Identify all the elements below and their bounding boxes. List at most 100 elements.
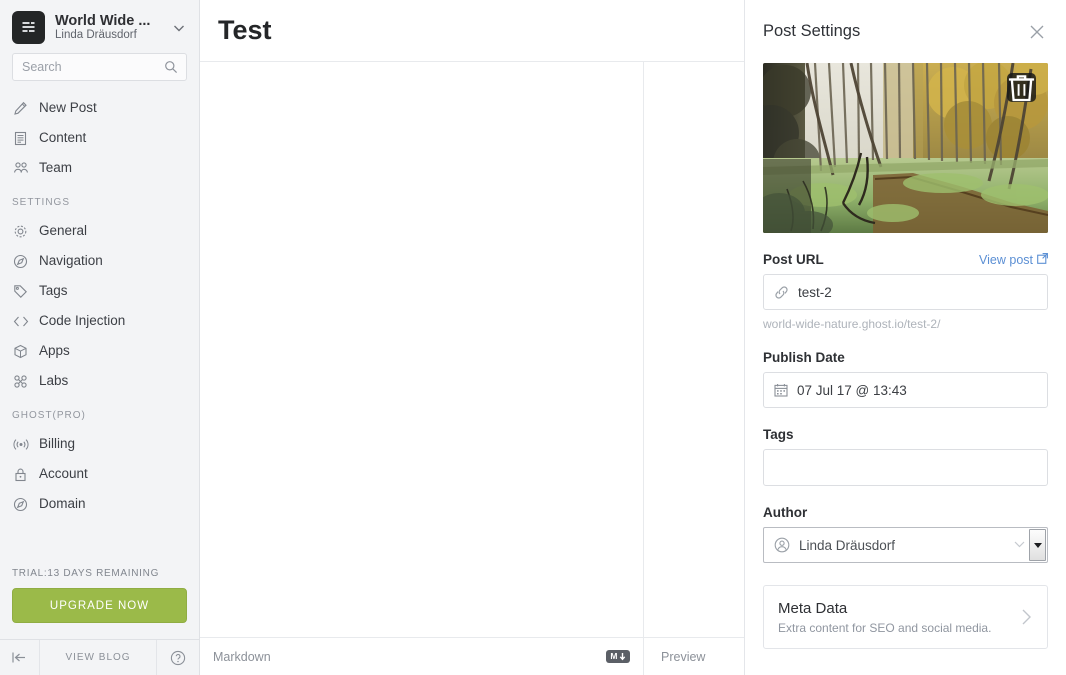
sidebar-item-label: Content xyxy=(39,130,87,146)
meta-data-card[interactable]: Meta Data Extra content for SEO and soci… xyxy=(763,585,1048,649)
code-icon xyxy=(12,313,29,330)
featured-image[interactable] xyxy=(763,63,1048,233)
sidebar-item-account[interactable]: Account xyxy=(0,459,199,489)
preview-label: Preview xyxy=(661,649,706,664)
chevron-down-icon xyxy=(1014,536,1025,554)
tags-head: Tags xyxy=(763,427,1048,442)
gear-icon xyxy=(12,223,29,240)
post-settings-panel: Post Settings Post URL View post test-2 … xyxy=(745,0,1066,675)
post-url-group: Post URL View post test-2 world-wide-nat… xyxy=(763,252,1048,331)
sidebar-item-label: New Post xyxy=(39,100,97,116)
lock-icon xyxy=(12,466,29,483)
panel-title: Post Settings xyxy=(763,22,861,40)
markdown-label: Markdown xyxy=(213,649,271,664)
search-icon xyxy=(164,60,178,79)
person-circle-icon xyxy=(774,537,790,553)
blog-switcher[interactable]: World Wide ... Linda Dräusdorf xyxy=(0,0,199,53)
trash-icon[interactable] xyxy=(1007,73,1036,102)
post-title-input[interactable]: Test xyxy=(218,15,272,46)
meta-data-title: Meta Data xyxy=(778,600,848,617)
chevron-right-icon xyxy=(1020,607,1033,627)
sidebar-item-label: Labs xyxy=(39,373,69,389)
compass-icon xyxy=(12,253,29,270)
box-icon xyxy=(12,343,29,360)
upgrade-now-button[interactable]: UPGRADE NOW xyxy=(12,588,187,623)
post-url-head: Post URL View post xyxy=(763,252,1048,267)
sidebar-item-code-injection[interactable]: Code Injection xyxy=(0,306,199,336)
view-post-link[interactable]: View post xyxy=(979,253,1048,267)
link-icon xyxy=(774,285,789,300)
sidebar-item-labs[interactable]: Labs xyxy=(0,366,199,396)
markdown-badge-letter: M xyxy=(610,651,618,662)
chevron-down-icon[interactable] xyxy=(169,21,189,35)
view-post-label: View post xyxy=(979,253,1033,267)
view-blog-button[interactable]: VIEW BLOG xyxy=(40,640,157,675)
sidebar-item-tags[interactable]: Tags xyxy=(0,276,199,306)
sidebar-item-label: Account xyxy=(39,466,88,482)
sidebar-item-domain[interactable]: Domain xyxy=(0,489,199,519)
labs-icon xyxy=(12,373,29,390)
close-icon[interactable] xyxy=(1026,21,1048,43)
search-box[interactable] xyxy=(12,53,187,81)
post-title-row: Test xyxy=(200,0,744,62)
sidebar-item-new-post[interactable]: New Post xyxy=(0,93,199,123)
tags-input[interactable] xyxy=(763,449,1048,486)
external-link-icon xyxy=(1037,253,1048,267)
pencil-icon xyxy=(12,100,29,117)
publish-date-group: Publish Date xyxy=(763,350,1048,408)
help-circle-icon[interactable] xyxy=(157,640,199,675)
collapse-left-icon[interactable] xyxy=(0,640,40,675)
sidebar-item-navigation[interactable]: Navigation xyxy=(0,246,199,276)
post-url-label: Post URL xyxy=(763,252,824,267)
select-arrow-icon[interactable] xyxy=(1029,529,1046,561)
author-label: Author xyxy=(763,505,808,520)
search-input[interactable] xyxy=(13,54,186,80)
sidebar-item-content[interactable]: Content xyxy=(0,123,199,153)
sidebar-item-label: Domain xyxy=(39,496,86,512)
document-icon xyxy=(12,130,29,147)
blog-list-icon xyxy=(12,11,45,44)
sidebar-item-label: Team xyxy=(39,160,73,176)
sidebar-item-apps[interactable]: Apps xyxy=(0,336,199,366)
sidebar-item-billing[interactable]: Billing xyxy=(0,429,199,459)
sidebar-item-label: General xyxy=(39,223,88,239)
sidebar-item-label: Billing xyxy=(39,436,76,452)
broadcast-icon xyxy=(12,436,29,453)
pro-section-heading: GHOST(PRO) xyxy=(12,410,86,421)
editor-body xyxy=(200,62,744,637)
meta-data-text: Meta Data Extra content for SEO and soci… xyxy=(778,599,1010,635)
featured-image-artwork xyxy=(763,63,1048,233)
post-url-input[interactable] xyxy=(798,284,1037,300)
post-settings-body: Post URL View post test-2 world-wide-nat… xyxy=(745,63,1066,675)
author-select[interactable]: Linda Dräusdorf xyxy=(763,527,1048,563)
search-area xyxy=(0,53,199,91)
sidebar-item-team[interactable]: Team xyxy=(0,153,199,183)
blog-identity: World Wide ... Linda Dräusdorf xyxy=(55,13,159,43)
sidebar-item-label: Navigation xyxy=(39,253,103,269)
author-group: Author Linda Dräusdorf xyxy=(763,505,1048,563)
tags-label: Tags xyxy=(763,427,794,442)
settings-nav: General Navigation Tags Code Injection A… xyxy=(0,214,199,396)
primary-nav: New Post Content Team xyxy=(0,91,199,183)
author-selected-value: Linda Dräusdorf xyxy=(799,537,896,553)
publish-date-input[interactable] xyxy=(797,382,1037,398)
post-url-field[interactable] xyxy=(763,274,1048,310)
sidebar-item-general[interactable]: General xyxy=(0,216,199,246)
markdown-editor-pane[interactable] xyxy=(200,62,644,637)
publish-date-label: Publish Date xyxy=(763,350,845,365)
preview-pane xyxy=(644,62,744,637)
pro-nav: Billing Account Domain xyxy=(0,427,199,519)
tag-icon xyxy=(12,283,29,300)
calendar-icon xyxy=(774,383,788,397)
publish-date-field[interactable] xyxy=(763,372,1048,408)
markdown-help-icon[interactable]: M xyxy=(606,650,630,663)
publish-date-head: Publish Date xyxy=(763,350,1048,365)
post-editor: Test Markdown M Preview xyxy=(200,0,745,675)
trial-status: TRIAL:13 DAYS REMAINING xyxy=(12,568,160,579)
sidebar: World Wide ... Linda Dräusdorf Search Ne… xyxy=(0,0,200,675)
post-url-preview: world-wide-nature.ghost.io/test-2/ xyxy=(763,317,941,331)
user-name: Linda Dräusdorf xyxy=(55,29,137,42)
meta-data-subtitle: Extra content for SEO and social media. xyxy=(778,620,992,635)
author-head: Author xyxy=(763,505,1048,520)
